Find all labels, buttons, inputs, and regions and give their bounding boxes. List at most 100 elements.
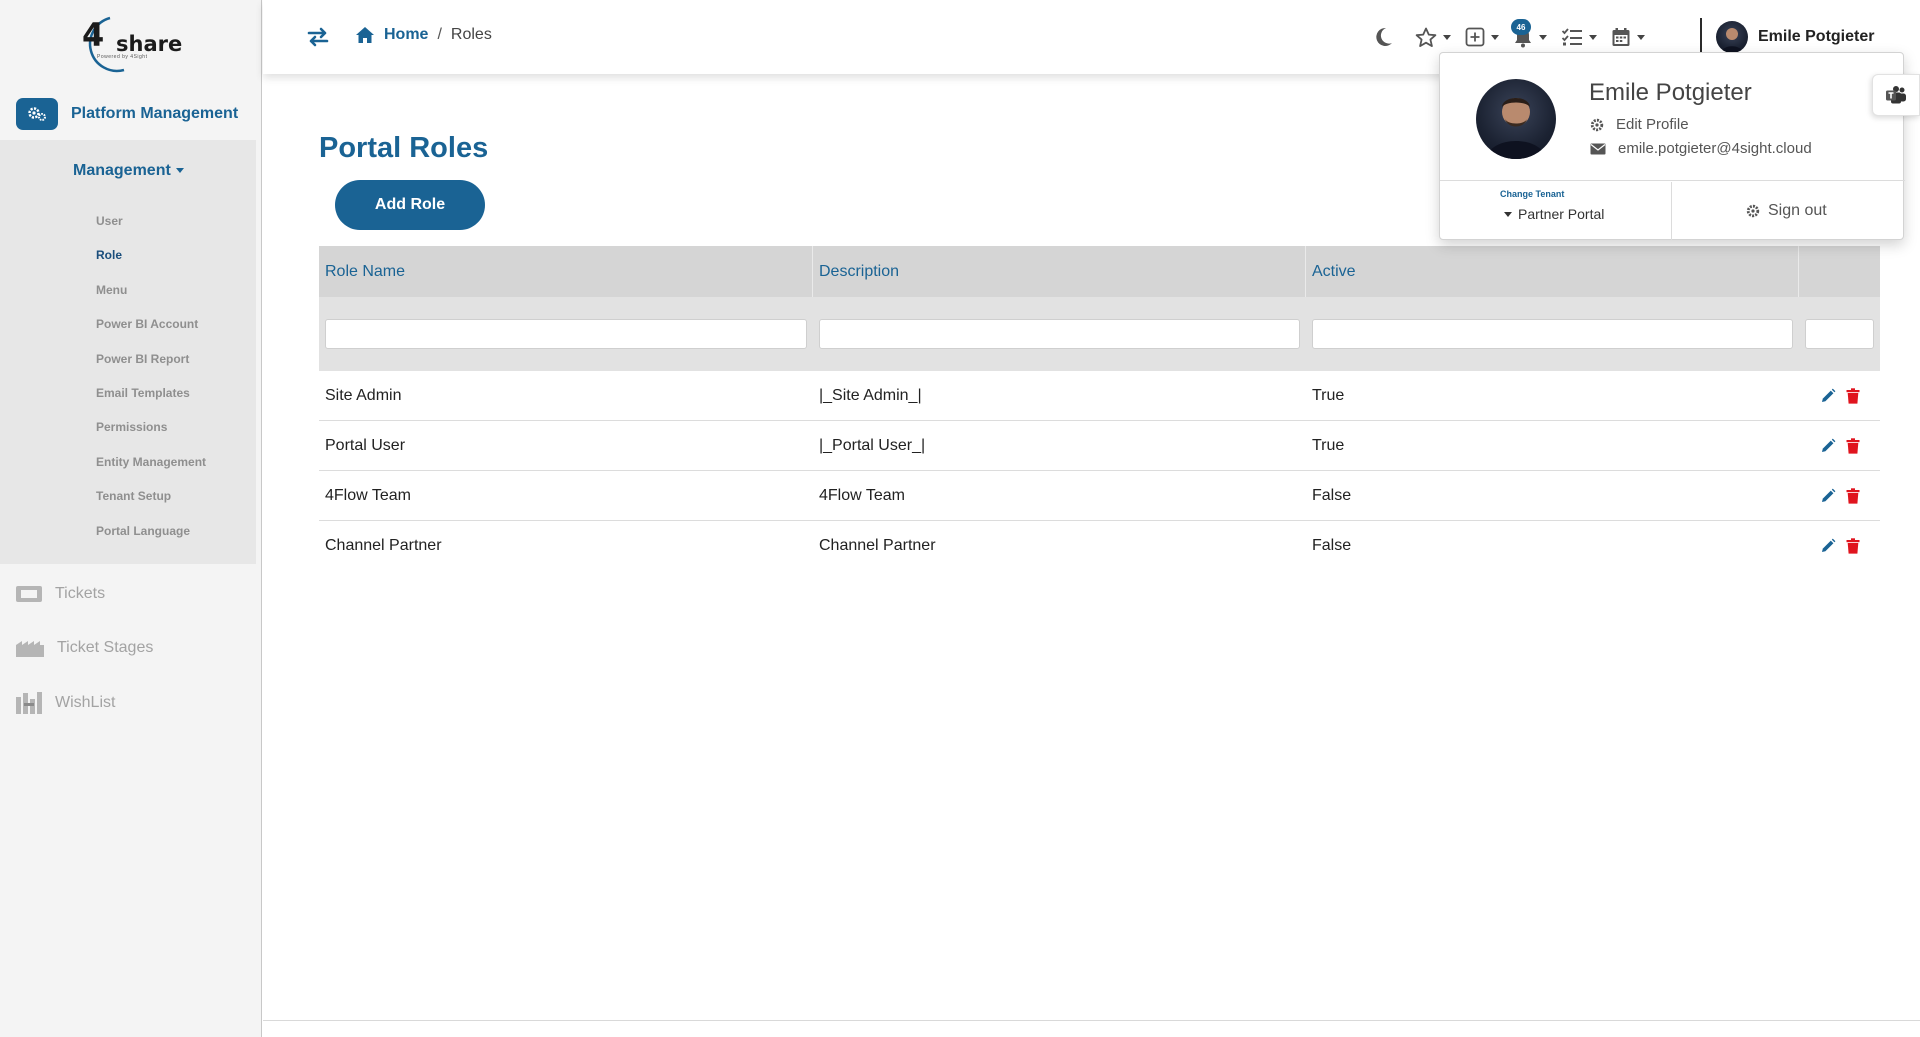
edit-icon[interactable] [1820, 388, 1836, 404]
notifications-dropdown[interactable]: 46 [1511, 19, 1547, 48]
table-row[interactable]: Site Admin |_Site Admin_| True [319, 371, 1880, 421]
management-label: Management [73, 162, 171, 179]
gear-icon [1746, 204, 1760, 218]
sidebar-item-entity-management[interactable]: Entity Management [96, 455, 206, 489]
moon-icon [1376, 27, 1392, 46]
footer-divider [263, 1020, 1920, 1021]
dark-mode-toggle[interactable] [1375, 27, 1393, 47]
add-dropdown[interactable] [1465, 27, 1499, 47]
trash-icon[interactable] [1846, 387, 1860, 404]
caret-down-icon [1443, 34, 1451, 40]
trash-icon[interactable] [1846, 487, 1860, 504]
trash-icon[interactable] [1846, 538, 1860, 554]
caret-down-icon [1504, 211, 1512, 217]
row-actions [1799, 437, 1880, 454]
table-row[interactable]: Portal User |_Portal User_| True [319, 421, 1880, 471]
edit-icon[interactable] [1820, 488, 1836, 504]
actions-filter-input[interactable] [1805, 319, 1874, 349]
teams-icon [1886, 86, 1906, 104]
edit-profile-link[interactable]: Edit Profile [1590, 116, 1689, 133]
table-row[interactable]: Channel Partner Channel Partner False [319, 521, 1880, 571]
active-cell: False [1312, 537, 1352, 554]
table-header: Role Name Description Active [319, 246, 1880, 297]
envelope-icon [1590, 143, 1606, 154]
edit-icon[interactable] [1820, 538, 1836, 554]
sidebar-item-label: Ticket Stages [57, 639, 154, 656]
sidebar-item-permissions[interactable]: Permissions [96, 420, 206, 454]
sign-out-button[interactable]: Sign out [1746, 202, 1827, 220]
profile-dropdown: Emile Potgieter Edit Profile emile.potgi… [1439, 52, 1905, 240]
wishlist-icon [16, 692, 42, 714]
row-actions [1799, 487, 1880, 504]
calendar-dropdown[interactable] [1611, 27, 1645, 47]
sidebar-item-tickets[interactable]: Tickets [15, 583, 105, 605]
column-header-actions [1799, 246, 1880, 297]
active-cell: True [1312, 436, 1345, 454]
sidebar-item-tenant-setup[interactable]: Tenant Setup [96, 489, 206, 523]
filter-row [319, 297, 1880, 371]
profile-avatar [1476, 79, 1556, 159]
column-header-description[interactable]: Description [813, 246, 1306, 297]
home-icon[interactable] [355, 26, 375, 44]
role-name-cell: 4Flow Team [325, 486, 411, 504]
platform-management-label: Platform Management [71, 105, 239, 122]
sidebar-item-menu[interactable]: Menu [96, 283, 206, 317]
sidebar: 4 share Powered by 4Sight Platform Manag… [0, 0, 262, 1037]
role-name-filter-input[interactable] [325, 319, 807, 349]
platform-management-link[interactable]: Platform Management [16, 97, 238, 131]
topbar-toolbar: 46 [1375, 19, 1659, 52]
management-dropdown-toggle[interactable]: Management [73, 162, 184, 180]
sidebar-item-ticket-stages[interactable]: Ticket Stages [15, 637, 153, 659]
user-menu-toggle[interactable]: Emile Potgieter [1716, 21, 1874, 53]
tasks-dropdown[interactable] [1561, 27, 1597, 47]
caret-down-icon [1589, 34, 1597, 40]
trash-icon[interactable] [1846, 437, 1860, 454]
breadcrumb-home-link[interactable]: Home [384, 26, 428, 44]
change-tenant-label: Change Tenant [1500, 189, 1565, 199]
sidebar-item-role[interactable]: Role [96, 248, 206, 282]
active-cell: True [1312, 386, 1345, 404]
caret-down-icon [175, 168, 184, 174]
topbar-divider [1700, 18, 1702, 54]
breadcrumb-current: Roles [450, 26, 492, 43]
star-icon [1415, 27, 1437, 47]
description-cell: 4Flow Team [819, 486, 905, 504]
sidebar-item-label: Tickets [55, 585, 106, 602]
favorites-dropdown[interactable] [1415, 27, 1451, 48]
edit-icon[interactable] [1820, 438, 1836, 454]
sidebar-item-power-bi-account[interactable]: Power BI Account [96, 317, 206, 351]
caret-down-icon [1637, 34, 1645, 40]
sidebar-item-email-templates[interactable]: Email Templates [96, 386, 206, 420]
brand-logo[interactable]: 4 share Powered by 4Sight [80, 12, 182, 76]
table-row[interactable]: 4Flow Team 4Flow Team False [319, 471, 1880, 521]
edit-profile-label: Edit Profile [1616, 116, 1689, 133]
tenant-select[interactable]: Partner Portal [1504, 206, 1604, 222]
notification-count-badge: 46 [1511, 19, 1531, 35]
row-actions [1799, 387, 1880, 404]
caret-down-icon [1491, 34, 1499, 40]
industry-icon [16, 641, 44, 657]
row-actions [1799, 538, 1880, 554]
description-filter-input[interactable] [819, 319, 1300, 349]
sidebar-item-wishlist[interactable]: WishList [15, 691, 115, 715]
column-header-role-name[interactable]: Role Name [319, 246, 813, 297]
sidebar-item-power-bi-report[interactable]: Power BI Report [96, 352, 206, 386]
add-role-button[interactable]: Add Role [335, 180, 485, 230]
management-submenu: Management User Role Menu Power BI Accou… [0, 140, 256, 564]
column-header-active[interactable]: Active [1306, 246, 1799, 297]
gear-icon [1590, 118, 1604, 131]
breadcrumb-separator: / [437, 26, 442, 43]
role-name-cell: Site Admin [325, 386, 402, 404]
avatar [1716, 21, 1748, 53]
roles-table: Role Name Description Active Site Admin … [319, 246, 1880, 571]
ticket-icon [16, 586, 42, 602]
teams-chat-button[interactable] [1872, 74, 1920, 116]
toggle-sidebar-icon[interactable] [307, 27, 329, 52]
active-filter-input[interactable] [1312, 319, 1793, 349]
sidebar-item-label: WishList [55, 694, 116, 711]
profile-name: Emile Potgieter [1589, 79, 1752, 106]
profile-email-text: emile.potgieter@4sight.cloud [1618, 140, 1812, 157]
sidebar-item-user[interactable]: User [96, 214, 206, 248]
sidebar-item-portal-language[interactable]: Portal Language [96, 524, 206, 558]
description-cell: |_Portal User_| [819, 436, 926, 454]
